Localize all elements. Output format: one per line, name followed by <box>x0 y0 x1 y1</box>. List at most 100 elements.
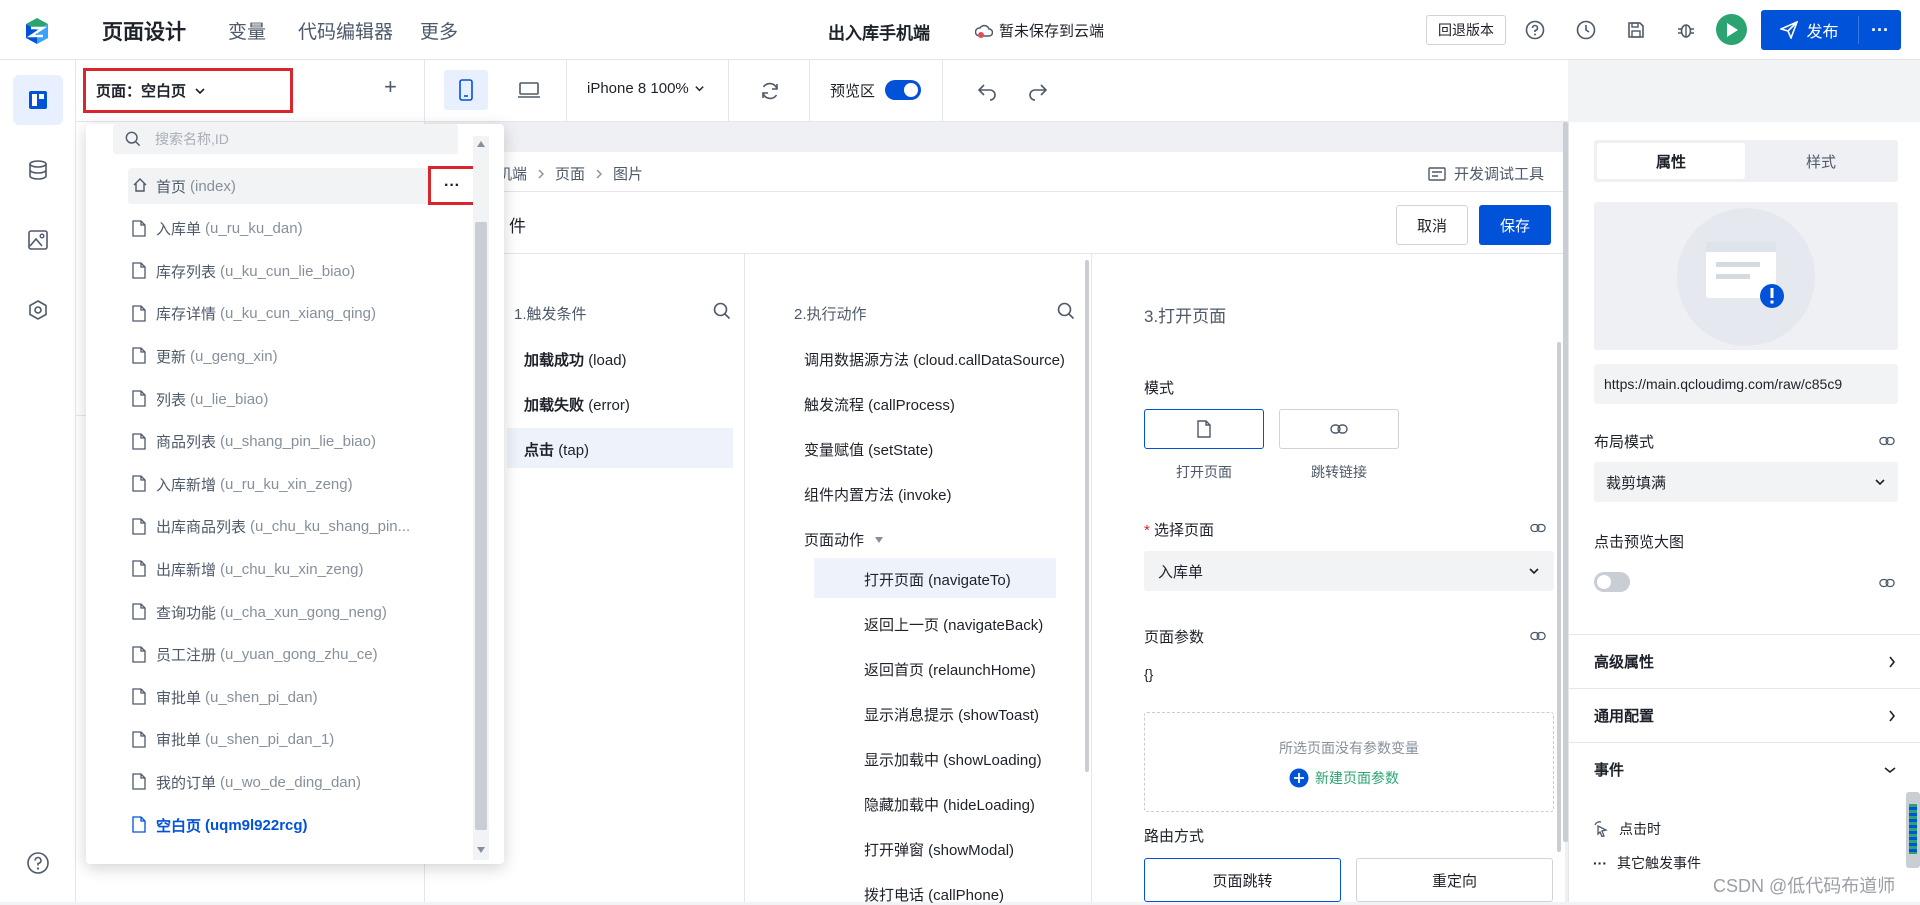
right-panel-scroll-handle[interactable] <box>1906 792 1920 868</box>
mobile-device-button[interactable] <box>444 70 488 110</box>
rail-database-icon[interactable] <box>13 145 63 195</box>
page-list-item[interactable]: 查询功能 (u_cha_xun_gong_neng) <box>132 594 387 630</box>
page-list-item[interactable]: 商品列表 (u_shang_pin_lie_biao) <box>132 424 376 460</box>
rail-image-icon[interactable] <box>13 215 63 265</box>
page-action-navigate-back[interactable]: 返回上一页 (navigateBack) <box>864 614 1043 635</box>
section-advanced-properties[interactable]: 高级属性 <box>1568 634 1920 688</box>
page-selector[interactable]: 页面：空白页 <box>83 68 293 113</box>
page-id: (u_ku_cun_lie_biao) <box>220 262 356 280</box>
publish-label: 发布 <box>1806 24 1839 41</box>
mode-open-page-button[interactable] <box>1144 409 1264 449</box>
page-list-item[interactable]: 出库商品列表 (u_chu_ku_shang_pin... <box>132 509 410 545</box>
action-invoke[interactable]: 组件内置方法 (invoke) <box>804 484 952 505</box>
new-page-param-button[interactable]: 新建页面参数 <box>1289 768 1399 788</box>
page-action-relaunch-home[interactable]: 返回首页 (relaunchHome) <box>864 659 1036 680</box>
event-on-click[interactable]: 点击时 <box>1593 819 1661 839</box>
route-redirect-button[interactable]: 重定向 <box>1356 858 1553 902</box>
page-action-show-loading[interactable]: 显示加载中 (showLoading) <box>864 749 1042 770</box>
nav-variables[interactable]: 变量 <box>228 17 266 44</box>
tab-properties[interactable]: 属性 <box>1597 143 1745 179</box>
cancel-button[interactable]: 取消 <box>1396 205 1468 245</box>
action-call-process[interactable]: 触发流程 (callProcess) <box>804 394 955 415</box>
column-divider <box>1091 254 1092 902</box>
dev-tools-button[interactable]: 开发调试工具 <box>1428 163 1544 184</box>
image-url-input[interactable]: https://main.qcloudimg.com/raw/c85c9 <box>1594 364 1898 404</box>
publish-more-button[interactable]: ··· <box>1859 10 1901 50</box>
page-list-item[interactable]: 列表 (u_lie_biao) <box>132 381 268 417</box>
page-action-show-toast[interactable]: 显示消息提示 (showToast) <box>864 704 1039 725</box>
nav-more[interactable]: 更多 <box>420 17 458 44</box>
page-list-item[interactable]: 入库单 (u_ru_ku_dan) <box>132 211 303 247</box>
click-preview-toggle[interactable] <box>1594 572 1630 592</box>
undo-icon[interactable] <box>974 78 1000 104</box>
add-page-button[interactable]: + <box>384 74 397 100</box>
history-icon[interactable] <box>1574 18 1598 42</box>
save-icon[interactable] <box>1624 18 1648 42</box>
search-icon[interactable] <box>1057 302 1075 320</box>
scroll-down-arrow[interactable] <box>476 846 486 854</box>
save-button[interactable]: 保存 <box>1479 205 1551 245</box>
image-preview[interactable] <box>1594 202 1898 350</box>
help-icon[interactable] <box>1523 18 1547 42</box>
trigger-load[interactable]: 加载成功 (load) <box>524 349 627 370</box>
bind-link-icon[interactable] <box>1530 520 1546 536</box>
search-icon[interactable] <box>713 302 731 320</box>
action-set-state[interactable]: 变量赋值 (setState) <box>804 439 933 460</box>
layout-mode-value: 裁剪填满 <box>1606 474 1667 492</box>
action-call-datasource[interactable]: 调用数据源方法 (cloud.callDataSource) <box>804 349 1065 370</box>
desktop-device-button[interactable] <box>507 70 551 110</box>
route-navigate-button[interactable]: 页面跳转 <box>1144 858 1341 902</box>
nav-code-editor[interactable]: 代码编辑器 <box>298 17 393 44</box>
bind-link-icon[interactable] <box>1879 433 1895 449</box>
debug-bug-icon[interactable] <box>1674 18 1698 42</box>
trigger-tap[interactable]: 点击 (tap) <box>524 439 589 460</box>
layout-mode-select[interactable]: 裁剪填满 <box>1594 462 1898 502</box>
section-common-config[interactable]: 通用配置 <box>1568 688 1920 742</box>
config-scrollbar[interactable] <box>1557 342 1561 852</box>
actions-scrollbar[interactable] <box>1085 260 1089 772</box>
page-list-item[interactable]: 空白页 (uqm9l922rcg) <box>132 807 308 843</box>
dropdown-scrollbar-thumb[interactable] <box>475 222 487 830</box>
page-action-hide-loading[interactable]: 隐藏加载中 (hideLoading) <box>864 794 1035 815</box>
bind-link-icon[interactable] <box>1879 575 1895 591</box>
breadcrumb-item[interactable]: 页面 <box>555 163 585 184</box>
tab-styles[interactable]: 样式 <box>1747 143 1895 179</box>
page-list-item[interactable]: 入库新增 (u_ru_ku_xin_zeng) <box>132 466 353 502</box>
dialog-title-fragment: 件 <box>509 217 526 236</box>
mode-jump-link-button[interactable] <box>1279 409 1399 449</box>
preview-area-toggle[interactable] <box>885 80 921 100</box>
page-list-item[interactable]: 审批单 (u_shen_pi_dan_1) <box>132 722 334 758</box>
trigger-code: (tap) <box>558 442 590 459</box>
page-list-item[interactable]: 库存列表 (u_ku_cun_lie_biao) <box>132 253 355 289</box>
device-size-select[interactable]: iPhone 8 100% <box>587 80 705 97</box>
publish-button[interactable]: 发布 <box>1761 10 1858 50</box>
page-list-item[interactable]: 我的订单 (u_wo_de_ding_dan) <box>132 764 361 800</box>
preview-run-button[interactable] <box>1716 14 1747 45</box>
pointer-click-icon <box>1593 821 1609 837</box>
event-other-triggers[interactable]: ··· 其它触发事件 <box>1593 853 1701 873</box>
redo-icon[interactable] <box>1025 78 1051 104</box>
page-search-input[interactable]: 搜索名称,ID <box>113 124 458 154</box>
refresh-icon[interactable] <box>757 78 783 104</box>
rail-help-icon[interactable] <box>13 838 63 888</box>
section-events[interactable]: 事件 <box>1568 742 1920 796</box>
page-list-item[interactable]: 库存详情 (u_ku_cun_xiang_qing) <box>132 296 376 332</box>
trigger-error[interactable]: 加载失败 (error) <box>524 394 630 415</box>
page-list-item[interactable]: 员工注册 (u_yuan_gong_zhu_ce) <box>132 637 378 673</box>
page-list-item[interactable]: 审批单 (u_shen_pi_dan) <box>132 679 318 715</box>
page-action-show-modal[interactable]: 打开弹窗 (showModal) <box>864 839 1014 860</box>
action-group-page[interactable]: 页面动作 <box>804 529 884 550</box>
page-list-item[interactable]: 出库新增 (u_chu_ku_xin_zeng) <box>132 551 363 587</box>
select-page-dropdown[interactable]: 入库单 <box>1144 551 1554 591</box>
revert-version-button[interactable]: 回退版本 <box>1426 15 1506 45</box>
rail-component-icon[interactable] <box>13 285 63 335</box>
page-list-item[interactable]: 更新 (u_geng_xin) <box>132 338 278 374</box>
rail-page-icon[interactable] <box>13 75 63 125</box>
scroll-up-arrow[interactable] <box>476 140 486 148</box>
bind-link-icon[interactable] <box>1530 628 1546 644</box>
toolbar-divider <box>942 60 943 122</box>
page-id: (u_geng_xin) <box>190 347 278 365</box>
page-more-options-button[interactable]: ··· <box>428 166 476 205</box>
page-action-navigate-to[interactable]: 打开页面 (navigateTo) <box>864 569 1011 590</box>
page-list-item[interactable]: 首页 (index) <box>132 168 236 204</box>
